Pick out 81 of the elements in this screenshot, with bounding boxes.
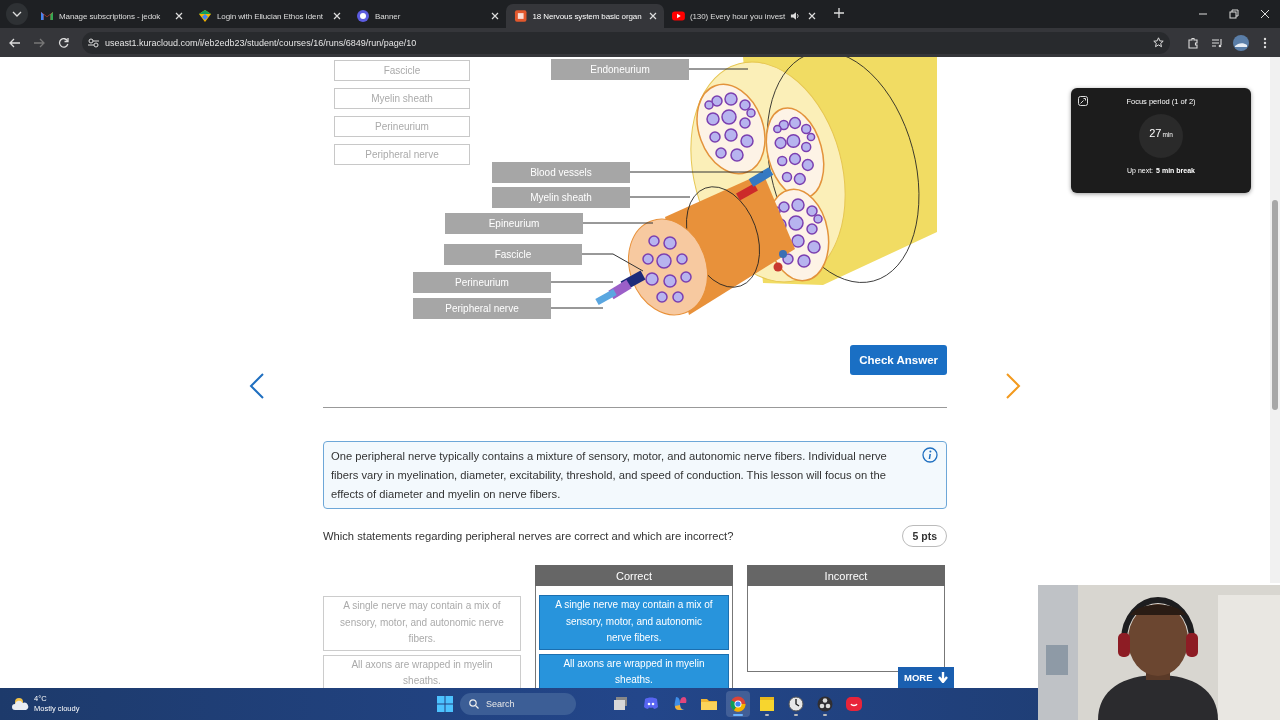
check-answer-button[interactable]: Check Answer (850, 345, 947, 375)
word-chip[interactable]: Myelin sheath (334, 88, 470, 109)
statement-card[interactable]: All axons are wrapped in myelin sheaths. (539, 653, 729, 688)
smile-icon (846, 696, 862, 712)
word-chip[interactable]: Fascicle (334, 60, 470, 81)
chevron-down-icon (12, 11, 22, 17)
chevron-right-icon (1004, 372, 1022, 400)
play-icon (672, 9, 685, 23)
site-icon (356, 9, 370, 23)
down-arrow-icon (937, 672, 948, 683)
scrollbar[interactable] (1270, 57, 1280, 583)
drop-label[interactable]: Peripheral nerve (413, 298, 551, 319)
statement-card[interactable]: A single nerve may contain a mix of sensory, motor, and autonomic nerve fibers. (323, 596, 521, 651)
drop-label[interactable]: Fascicle (444, 244, 582, 265)
close-icon (175, 12, 183, 20)
star-icon[interactable] (1153, 37, 1164, 48)
leader-line (629, 196, 691, 198)
browser-tab[interactable]: Login with Ellucian Ethos Ident (190, 4, 348, 28)
leader-line (688, 68, 749, 70)
browser-tab[interactable]: Banner (348, 4, 506, 28)
close-icon (649, 12, 658, 20)
restore-icon (1228, 9, 1239, 19)
avatar-icon (1233, 34, 1249, 51)
close-icon (1259, 9, 1270, 19)
browser-tab[interactable]: 18 Nervous system basic organ (506, 4, 664, 28)
cloud-icon (12, 697, 30, 711)
site-icon (198, 9, 212, 23)
drop-zone[interactable]: A single nerve may contain a mix of sensory, motor, and autonomic nerve fibers. All axons are wrapped in myelin sheaths. (535, 586, 733, 688)
chat-icon (643, 696, 659, 712)
browser-tab[interactable]: (130) Every hour you invest (664, 4, 822, 28)
windows-logo-icon (437, 696, 453, 712)
window-stack-icon (614, 696, 630, 712)
leader-line (550, 307, 604, 309)
leader-line (550, 281, 614, 283)
sparkle-icon (672, 696, 688, 712)
plus-icon (834, 8, 844, 18)
word-chip[interactable]: Peripheral nerve (334, 144, 470, 165)
menu-icon (1263, 36, 1267, 49)
drop-label[interactable]: Endoneurium (551, 59, 689, 80)
note-icon (759, 696, 775, 712)
browser-icon (730, 696, 746, 712)
drop-label[interactable]: Epineurium (445, 213, 583, 234)
info-icon[interactable] (922, 447, 938, 463)
column-header: Incorrect (747, 565, 945, 587)
scroll-thumb[interactable] (1272, 200, 1278, 410)
drop-label[interactable]: Perineurium (413, 272, 551, 293)
taskbar-app[interactable] (726, 691, 750, 717)
question-text: Which statements regarding peripheral nerves are correct and which are incorrect? (323, 530, 734, 543)
aperture-icon (817, 696, 833, 712)
clock-icon (788, 696, 804, 712)
close-icon (807, 12, 816, 20)
leader-line (582, 222, 654, 224)
timer-minutes: 27 (1149, 127, 1162, 139)
word-chip[interactable]: Perineurium (334, 116, 470, 137)
site-icon (514, 9, 528, 23)
leader-line (581, 253, 644, 272)
browser-tab[interactable]: Manage subscriptions - jedok (32, 4, 190, 28)
chevron-left-icon (248, 372, 266, 400)
drop-label[interactable]: Blood vessels (492, 162, 630, 183)
address-bar[interactable]: useast1.kuracloud.com/i/eb2edb23/student/courses/16/runs/6849/run/page/10 (82, 31, 1170, 54)
column-header: Correct (535, 565, 733, 587)
folder-icon (701, 696, 717, 712)
search-field[interactable]: Search (460, 693, 576, 715)
speaker-icon[interactable] (790, 11, 801, 21)
back-icon (9, 37, 21, 48)
reload-icon (57, 37, 69, 48)
mail-icon (40, 9, 54, 23)
expand-icon[interactable] (1078, 96, 1088, 106)
forward-icon (33, 37, 45, 48)
search-icon (469, 699, 479, 709)
drop-label[interactable]: Myelin sheath (492, 187, 630, 208)
playlist-icon (1211, 37, 1223, 48)
close-icon (333, 12, 341, 20)
more-button[interactable]: MORE (898, 667, 954, 688)
site-settings-icon[interactable] (88, 37, 99, 48)
previous-page-button[interactable] (248, 372, 266, 400)
info-paragraph: One peripheral nerve typically contains a mixture of sensory, motor, and autonomic nerve fibers. Individual nerve fibers vary in myelination, diameter, excitability, threshold, and speed of conduction. This lesson will focus on the effects of diameter and myelin on nerve fibers. (331, 449, 888, 502)
statement-card[interactable]: A single nerve may contain a mix of sensory, motor, and autonomic nerve fibers. (539, 595, 729, 650)
puzzle-icon (1187, 36, 1199, 49)
tab-search-button[interactable] (6, 3, 28, 25)
close-icon (491, 12, 499, 20)
